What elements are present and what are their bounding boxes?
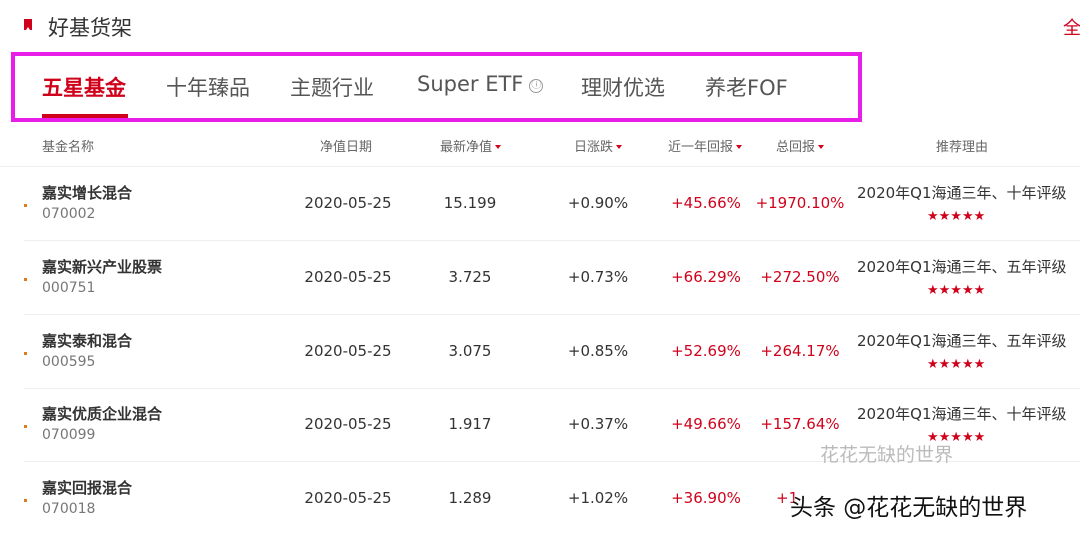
fund-code: 000751 [42,280,96,296]
table-row[interactable]: 嘉实增长混合 070002 2020-05-25 15.199 +0.90% +… [24,167,1080,241]
fund-code: 000595 [42,354,96,370]
nav-date: 2020-05-25 [304,268,392,286]
latest-nav: 3.725 [448,268,492,286]
total-return: +264.17% [760,342,840,360]
column-header-daily-label: 日涨跌 [574,140,614,155]
recommend-reason: 2020年Q1海通三年、五年评级 [857,258,1067,276]
one-year-return: +49.66% [671,415,741,433]
daily-change: +1.02% [567,489,629,507]
fund-code: 070099 [42,427,96,443]
row-bullet [24,499,27,502]
sort-icon[interactable] [616,145,623,149]
tab-super-etf[interactable]: Super ETF ⓘ [417,72,544,96]
fund-code: 070018 [42,501,96,517]
daily-change: +0.90% [567,194,629,212]
info-icon[interactable]: ⓘ [529,79,544,93]
column-header-nav[interactable]: 最新净值 [440,136,502,155]
recommend-reason: 2020年Q1海通三年、十年评级 [857,405,1067,423]
star-rating: ★★★★★ [927,209,986,224]
watermark-text: 头条 @花花无缺的世界 [790,495,1028,521]
section-title: 好基货架 [48,16,132,40]
tab-super-etf-label: Super ETF [417,72,524,96]
fund-name[interactable]: 嘉实泰和混合 [42,330,132,351]
one-year-return: +36.90% [671,489,741,507]
table-row[interactable]: 嘉实泰和混合 000595 2020-05-25 3.075 +0.85% +5… [24,315,1080,389]
view-all-link[interactable]: 全 [1063,14,1080,40]
sort-icon[interactable] [495,145,502,149]
fund-code: 070002 [42,206,96,222]
recommend-reason: 2020年Q1海通三年、五年评级 [857,332,1067,350]
sort-icon[interactable] [818,145,825,149]
total-return: +272.50% [760,268,840,286]
tab-wealth-picks[interactable]: 理财优选 [581,72,665,102]
row-bullet [24,352,27,355]
bookmark-flag-icon [24,19,32,30]
latest-nav: 1.917 [448,415,492,433]
table-row[interactable]: 嘉实新兴产业股票 000751 2020-05-25 3.725 +0.73% … [24,241,1080,315]
column-header-nav-label: 最新净值 [440,140,493,155]
column-header-total-label: 总回报 [776,140,816,155]
table-header: 基金名称 净值日期 最新净值 日涨跌 近一年回报 总回报 推荐理由 [0,130,1080,167]
one-year-return: +52.69% [671,342,741,360]
column-header-total[interactable]: 总回报 [776,136,825,155]
fund-category-tabs: 五星基金 十年臻品 主题行业 Super ETF ⓘ 理财优选 养老FOF [11,52,862,122]
one-year-return: +45.66% [671,194,741,212]
section-header: 好基货架 全 [0,0,1080,50]
column-header-name: 基金名称 [42,140,95,155]
star-rating: ★★★★★ [927,283,986,298]
nav-date: 2020-05-25 [304,194,392,212]
nav-date: 2020-05-25 [304,415,392,433]
fund-name[interactable]: 嘉实优质企业混合 [42,403,162,424]
daily-change: +0.85% [567,342,629,360]
nav-date: 2020-05-25 [304,489,392,507]
column-header-reason: 推荐理由 [936,140,989,155]
one-year-return: +66.29% [671,268,741,286]
column-header-date: 净值日期 [320,140,373,155]
column-header-year-label: 近一年回报 [668,140,734,155]
column-header-daily[interactable]: 日涨跌 [574,136,623,155]
active-tab-underline [42,114,128,118]
tab-five-star-funds[interactable]: 五星基金 [42,72,126,102]
tab-ten-year-picks[interactable]: 十年臻品 [166,72,250,102]
latest-nav: 3.075 [448,342,492,360]
nav-date: 2020-05-25 [304,342,392,360]
fund-name[interactable]: 嘉实新兴产业股票 [42,256,162,277]
column-header-year[interactable]: 近一年回报 [668,136,743,155]
tab-pension-fof[interactable]: 养老FOF [705,72,788,102]
fund-name[interactable]: 嘉实回报混合 [42,477,132,498]
row-bullet [24,278,27,281]
daily-change: +0.37% [567,415,629,433]
tab-theme-industry[interactable]: 主题行业 [290,72,374,102]
latest-nav: 15.199 [443,194,497,212]
total-return: +1970.10% [755,194,845,212]
row-bullet [24,204,27,207]
star-rating: ★★★★★ [927,357,986,372]
fund-name[interactable]: 嘉实增长混合 [42,182,132,203]
recommend-reason: 2020年Q1海通三年、十年评级 [857,184,1067,202]
daily-change: +0.73% [567,268,629,286]
watermark-ghost-text: 花花无缺的世界 [820,444,954,466]
sort-icon[interactable] [736,145,743,149]
latest-nav: 1.289 [448,489,492,507]
row-bullet [24,425,27,428]
total-return: +157.64% [760,415,840,433]
